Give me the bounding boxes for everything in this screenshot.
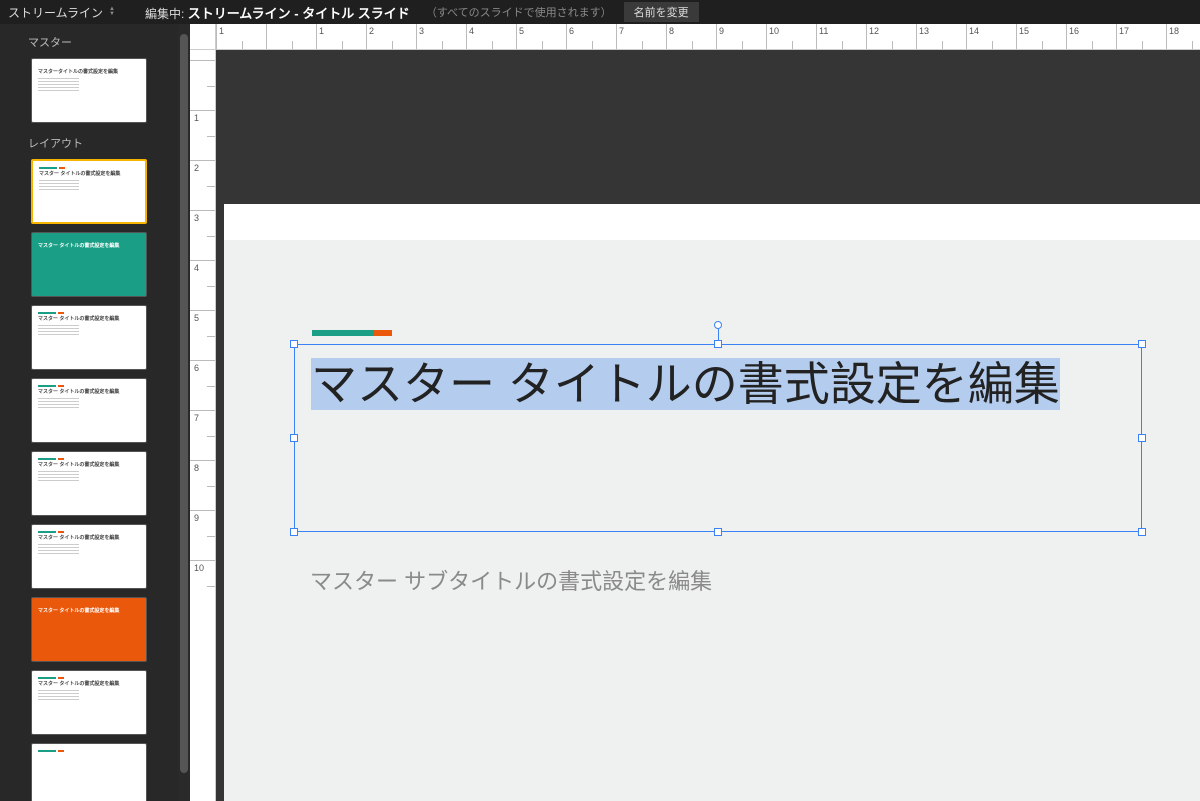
layout-thumb[interactable]: マスター タイトルの書式設定を編集 bbox=[31, 451, 147, 516]
rotate-handle[interactable] bbox=[714, 321, 722, 329]
title-placeholder[interactable]: マスター タイトルの書式設定を編集 bbox=[294, 344, 1142, 532]
master-thumb[interactable]: マスタータイトルの書式設定を編集 bbox=[31, 58, 147, 123]
thumb-title: マスター タイトルの書式設定を編集 bbox=[38, 316, 140, 323]
sidebar-master-heading: マスター bbox=[0, 32, 178, 54]
top-bar: ストリームライン ▲▼ 編集中: ストリームライン - タイトル スライド （す… bbox=[0, 0, 1200, 24]
layout-thumb[interactable]: マスター タイトルの書式設定を編集 bbox=[31, 524, 147, 589]
layout-thumb[interactable]: マスター タイトルの書式設定を編集 bbox=[31, 305, 147, 370]
resize-handle[interactable] bbox=[290, 434, 298, 442]
canvas[interactable]: マスター タイトルの書式設定を編集 マスター サブタイトルの書式設定を編集 # bbox=[216, 50, 1200, 801]
sidebar[interactable]: マスター マスタータイトルの書式設定を編集 レイアウト マスター タイトルの書式… bbox=[0, 24, 178, 801]
editing-prefix: 編集中: bbox=[145, 7, 184, 21]
editor: 112345678910111213141516171819202122 321… bbox=[190, 24, 1200, 801]
resize-handle[interactable] bbox=[290, 528, 298, 536]
layout-thumb[interactable] bbox=[31, 743, 147, 801]
updown-icon: ▲▼ bbox=[109, 7, 115, 17]
usage-note: （すべてのスライドで使用されます） bbox=[420, 4, 618, 20]
layout-thumb[interactable]: マスター タイトルの書式設定を編集 bbox=[31, 378, 147, 443]
thumb-title: マスター タイトルの書式設定を編集 bbox=[38, 608, 140, 615]
sidebar-layout-heading: レイアウト bbox=[0, 133, 178, 155]
layout-thumb[interactable]: マスター タイトルの書式設定を編集 bbox=[31, 670, 147, 735]
rename-button[interactable]: 名前を変更 bbox=[624, 2, 699, 22]
editing-label: 編集中: ストリームライン - タイトル スライド bbox=[135, 3, 420, 22]
resize-handle[interactable] bbox=[1138, 340, 1146, 348]
thumb-title: マスター タイトルの書式設定を編集 bbox=[38, 535, 140, 542]
layout-thumb[interactable]: マスター タイトルの書式設定を編集 bbox=[31, 597, 147, 662]
slide[interactable]: マスター タイトルの書式設定を編集 マスター サブタイトルの書式設定を編集 # bbox=[224, 204, 1200, 801]
theme-name-label: ストリームライン bbox=[8, 4, 103, 21]
sidebar-scrollbar[interactable] bbox=[178, 24, 190, 801]
resize-handle[interactable] bbox=[1138, 434, 1146, 442]
thumb-title: マスタータイトルの書式設定を編集 bbox=[38, 69, 140, 76]
ruler-horizontal[interactable]: 112345678910111213141516171819202122 bbox=[216, 24, 1200, 50]
layout-thumb[interactable]: マスター タイトルの書式設定を編集 bbox=[31, 159, 147, 224]
subtitle-placeholder[interactable]: マスター サブタイトルの書式設定を編集 bbox=[310, 564, 712, 596]
resize-handle[interactable] bbox=[1138, 528, 1146, 536]
theme-selector[interactable]: ストリームライン ▲▼ bbox=[0, 4, 135, 21]
accent-bar bbox=[312, 330, 392, 336]
editing-target: ストリームライン - タイトル スライド bbox=[188, 6, 410, 21]
ruler-corner bbox=[190, 24, 216, 50]
title-text[interactable]: マスター タイトルの書式設定を編集 bbox=[311, 355, 1125, 415]
ruler-vertical[interactable]: 32112345678910 bbox=[190, 50, 216, 801]
thumb-title: マスター タイトルの書式設定を編集 bbox=[38, 681, 140, 688]
thumb-title: マスター タイトルの書式設定を編集 bbox=[38, 243, 140, 250]
thumb-title: マスター タイトルの書式設定を編集 bbox=[38, 389, 140, 396]
resize-handle[interactable] bbox=[714, 528, 722, 536]
layout-thumb[interactable]: マスター タイトルの書式設定を編集 bbox=[31, 232, 147, 297]
thumb-title: マスター タイトルの書式設定を編集 bbox=[38, 462, 140, 469]
resize-handle[interactable] bbox=[290, 340, 298, 348]
thumb-title: マスター タイトルの書式設定を編集 bbox=[39, 171, 139, 178]
resize-handle[interactable] bbox=[714, 340, 722, 348]
